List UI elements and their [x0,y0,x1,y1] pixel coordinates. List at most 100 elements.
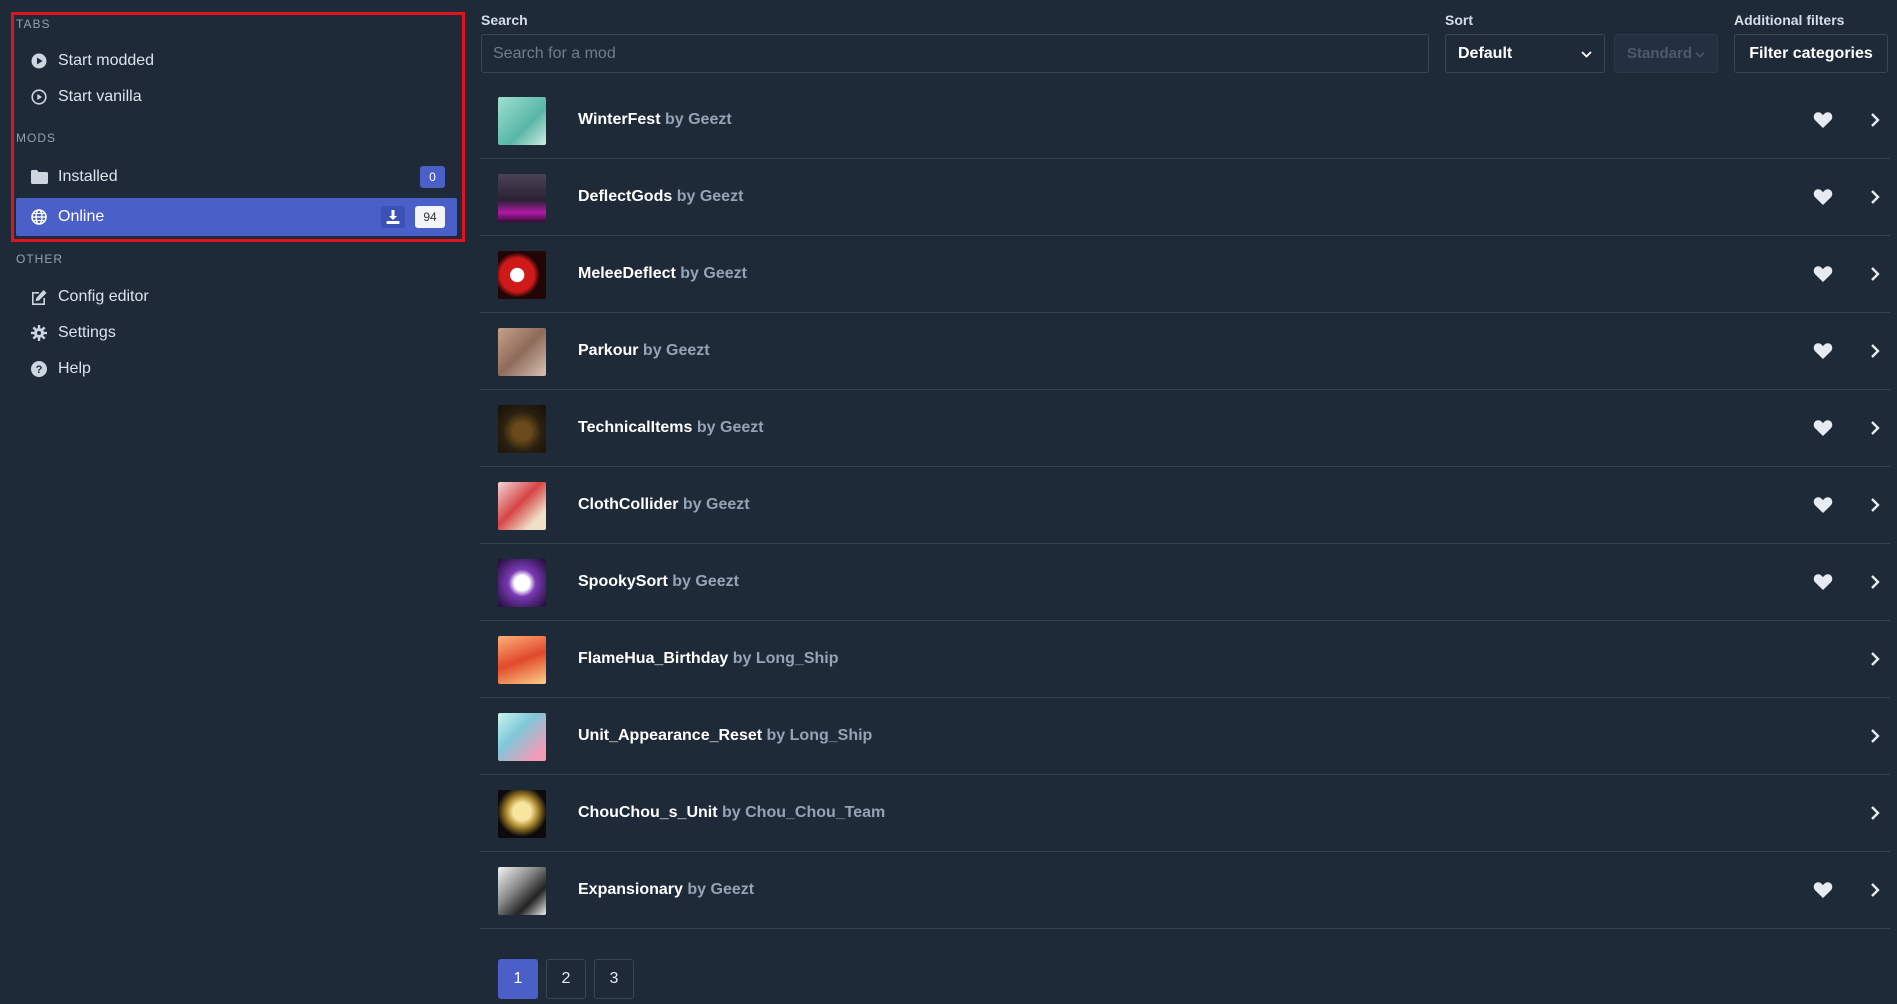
mod-author: by Geezt [672,573,739,590]
heart-icon[interactable] [1813,342,1833,360]
sidebar-item-settings[interactable]: Settings [16,314,457,352]
mod-name: FlameHua_Birthday [578,650,729,667]
mod-name: DeflectGods [578,188,673,205]
sort-direction-value: Standard [1627,45,1693,62]
mod-author: by Chou_Chou_Team [722,804,886,821]
heart-icon[interactable] [1813,265,1833,283]
mod-thumbnail [498,174,546,222]
play-circle-icon [28,52,50,70]
heart-icon[interactable] [1813,881,1833,899]
chevron-right-icon[interactable] [1869,266,1881,282]
mod-row[interactable]: FlameHua_Birthday by Long_Ship [480,621,1890,698]
sidebar-item-label: Installed [58,168,118,185]
page-button[interactable]: 3 [594,959,634,999]
globe-icon [28,208,50,226]
mod-row[interactable]: ClothCollider by Geezt [480,467,1890,544]
play-circle-outline-icon [28,88,50,106]
sidebar-item-label: Online [58,208,105,225]
heart-icon[interactable] [1813,111,1833,129]
sidebar-item-start-modded[interactable]: Start modded [16,42,457,80]
heart-icon[interactable] [1813,419,1833,437]
page-button[interactable]: 1 [498,959,538,999]
mod-thumbnail [498,713,546,761]
chevron-right-icon[interactable] [1869,882,1881,898]
mod-row[interactable]: Unit_Appearance_Reset by Long_Ship [480,698,1890,775]
search-label: Search [481,12,528,28]
sort-label: Sort [1445,12,1473,28]
mod-author: by Geezt [664,111,732,128]
sidebar-item-config-editor[interactable]: Config editor [16,278,457,316]
main-panel: Search Sort Default Standard Additional … [480,0,1890,1004]
mod-name: MeleeDeflect [578,265,676,282]
mod-name: TechnicalItems [578,419,693,436]
heart-icon[interactable] [1813,573,1833,591]
chevron-right-icon[interactable] [1869,497,1881,513]
mod-row[interactable]: MeleeDeflect by Geezt [480,236,1890,313]
folder-icon [28,168,50,186]
mod-row[interactable]: Expansionary by Geezt [480,852,1890,929]
sidebar-item-help[interactable]: ? Help [16,350,457,388]
sidebar-item-installed[interactable]: Installed 0 [16,158,457,196]
heart-icon[interactable] [1813,496,1833,514]
sidebar: TABS Start modded Start vanilla MODS Ins… [0,0,470,1004]
sort-select-value: Default [1458,44,1513,62]
section-heading-mods: MODS [16,131,56,145]
download-icon [386,210,400,224]
mod-name: Expansionary [578,881,683,898]
sidebar-item-label: Settings [58,324,116,341]
mod-manager-window: TABS Start modded Start vanilla MODS Ins… [0,0,1897,1004]
question-circle-icon: ? [28,360,50,378]
page-button[interactable]: 2 [546,959,586,999]
online-count-badge: 94 [415,206,445,228]
sort-direction-select[interactable]: Standard [1614,34,1718,73]
mod-list: WinterFest by Geezt DeflectGods by Geezt M… [480,82,1890,929]
mod-name: Parkour [578,342,639,359]
download-updates-button[interactable] [381,206,405,228]
mod-name: ClothCollider [578,496,679,513]
mod-row[interactable]: Parkour by Geezt [480,313,1890,390]
edit-icon [28,288,50,306]
mod-name: ChouChou_s_Unit [578,804,718,821]
chevron-right-icon[interactable] [1869,805,1881,821]
mod-thumbnail [498,482,546,530]
chevron-down-icon [1581,47,1592,61]
mod-name: Unit_Appearance_Reset [578,727,763,744]
mod-row[interactable]: TechnicalItems by Geezt [480,390,1890,467]
mod-row[interactable]: ChouChou_s_Unit by Chou_Chou_Team [480,775,1890,852]
sidebar-item-label: Config editor [58,288,149,305]
filter-categories-button[interactable]: Filter categories [1734,34,1888,73]
search-input[interactable] [481,34,1429,73]
mod-author: by Geezt [687,881,755,898]
heart-icon[interactable] [1813,188,1833,206]
sort-select[interactable]: Default [1445,34,1605,73]
mod-thumbnail [498,559,546,607]
chevron-right-icon[interactable] [1869,343,1881,359]
chevron-down-icon [1695,47,1705,61]
chevron-right-icon[interactable] [1869,189,1881,205]
sidebar-item-start-vanilla[interactable]: Start vanilla [16,78,457,116]
sidebar-item-online[interactable]: Online 94 [16,198,457,236]
mod-author: by Geezt [682,496,750,513]
chevron-right-icon[interactable] [1869,574,1881,590]
mod-row[interactable]: DeflectGods by Geezt [480,159,1890,236]
mod-row[interactable]: SpookySort by Geezt [480,544,1890,621]
mod-thumbnail [498,97,546,145]
mod-author: by Geezt [676,188,744,205]
pagination: 123 [498,959,634,999]
chevron-right-icon[interactable] [1869,420,1881,436]
gear-icon [28,324,50,342]
mod-thumbnail [498,867,546,915]
additional-filters-label: Additional filters [1734,12,1845,28]
mod-author: by Geezt [642,342,710,359]
sidebar-item-label: Start vanilla [58,88,142,105]
mod-row[interactable]: WinterFest by Geezt [480,82,1890,159]
chevron-right-icon[interactable] [1869,112,1881,128]
mod-thumbnail [498,790,546,838]
chevron-right-icon[interactable] [1869,651,1881,667]
mod-author: by Geezt [696,419,764,436]
mod-name: WinterFest [578,111,661,128]
sidebar-item-label: Help [58,360,91,377]
mod-thumbnail [498,251,546,299]
chevron-right-icon[interactable] [1869,728,1881,744]
svg-text:?: ? [36,364,43,376]
